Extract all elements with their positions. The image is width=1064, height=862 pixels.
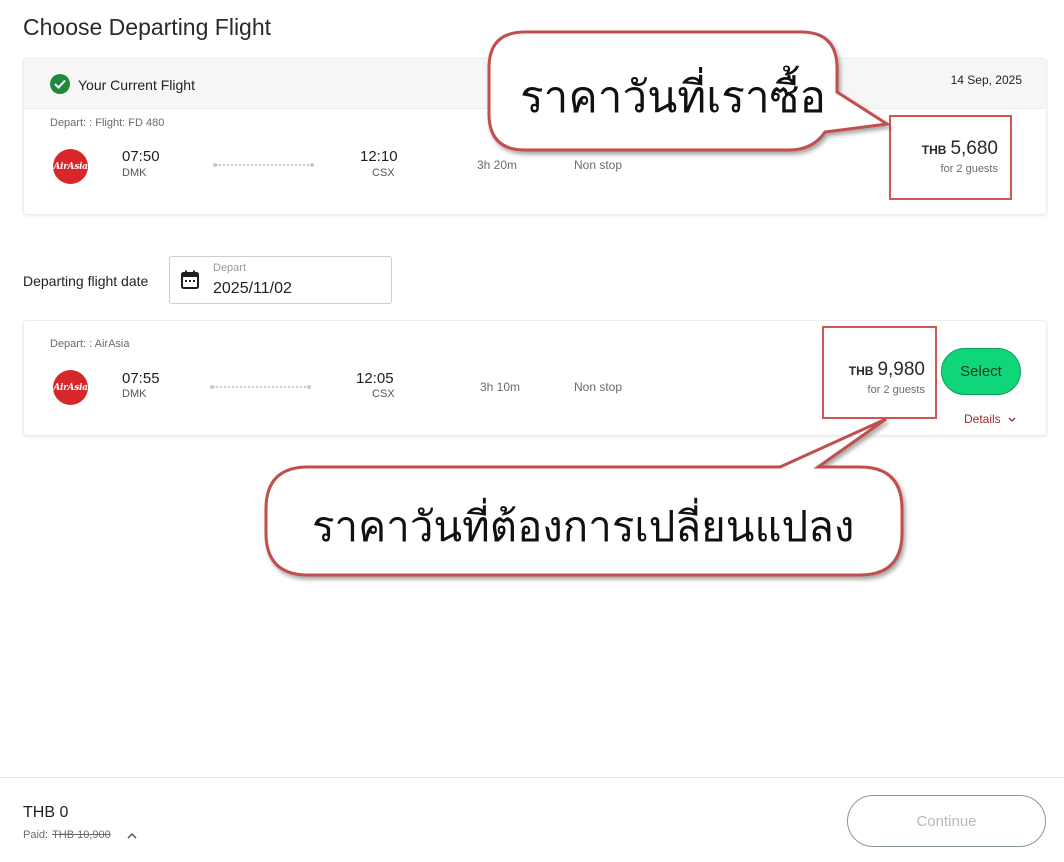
route-end-dot xyxy=(310,163,314,167)
current-flight-date: 14 Sep, 2025 xyxy=(950,73,1022,87)
route-line xyxy=(213,386,309,388)
chevron-down-icon xyxy=(1008,412,1016,426)
callout-text-change-price: ราคาวันที่ต้องการเปลี่ยนแปลง xyxy=(312,502,855,551)
depart-flight-info: Depart: : AirAsia xyxy=(50,338,130,350)
option-price-highlight xyxy=(822,326,937,419)
departing-date-label: Departing flight date xyxy=(23,273,149,289)
depart-airport: DMK xyxy=(122,388,147,400)
depart-date-field[interactable]: Depart 2025/11/02 xyxy=(169,256,392,304)
paid-label: Paid: xyxy=(23,829,49,841)
booking-footer: THB 0 Paid: THB 10,900 Continue xyxy=(0,777,1064,862)
route-end-dot xyxy=(307,385,311,389)
arrive-airport: CSX xyxy=(372,167,395,179)
date-field-value: 2025/11/02 xyxy=(213,280,292,297)
page-title: Choose Departing Flight xyxy=(23,14,272,40)
route-line xyxy=(216,164,312,166)
callout-text-purchase-price: ราคาวันที่เราซื้อ xyxy=(520,72,826,123)
current-price-highlight xyxy=(889,115,1012,200)
details-label: Details xyxy=(964,412,1001,426)
select-flight-button[interactable]: Select xyxy=(941,348,1021,395)
flight-stops: Non stop xyxy=(574,380,623,394)
check-circle-icon xyxy=(50,74,70,94)
details-toggle[interactable]: Details xyxy=(964,412,1016,426)
current-flight-label: Your Current Flight xyxy=(78,77,195,93)
airasia-logo: AirAsia xyxy=(53,149,88,184)
calendar-icon xyxy=(180,270,200,295)
depart-time: 07:55 xyxy=(122,370,160,387)
paid-amount: THB 10,900 xyxy=(52,829,111,841)
arrive-airport: CSX xyxy=(372,388,395,400)
depart-airport: DMK xyxy=(122,167,147,179)
flight-duration: 3h 10m xyxy=(480,380,521,394)
callout-anchor-40 xyxy=(958,415,959,416)
airasia-logo: AirAsia xyxy=(53,370,88,405)
footer-total: THB 0 xyxy=(23,804,69,821)
date-field-label: Depart xyxy=(213,262,247,274)
chevron-up-icon[interactable] xyxy=(127,826,137,844)
callout-spacer xyxy=(960,415,961,416)
depart-flight-info: Depart: : Flight: FD 480 xyxy=(50,117,165,129)
arrive-time: 12:05 xyxy=(356,370,394,387)
depart-time: 07:50 xyxy=(122,148,160,165)
continue-button[interactable]: Continue xyxy=(847,795,1046,847)
footer-paid: Paid: THB 10,900 xyxy=(23,829,111,841)
arrive-time: 12:10 xyxy=(360,148,398,165)
